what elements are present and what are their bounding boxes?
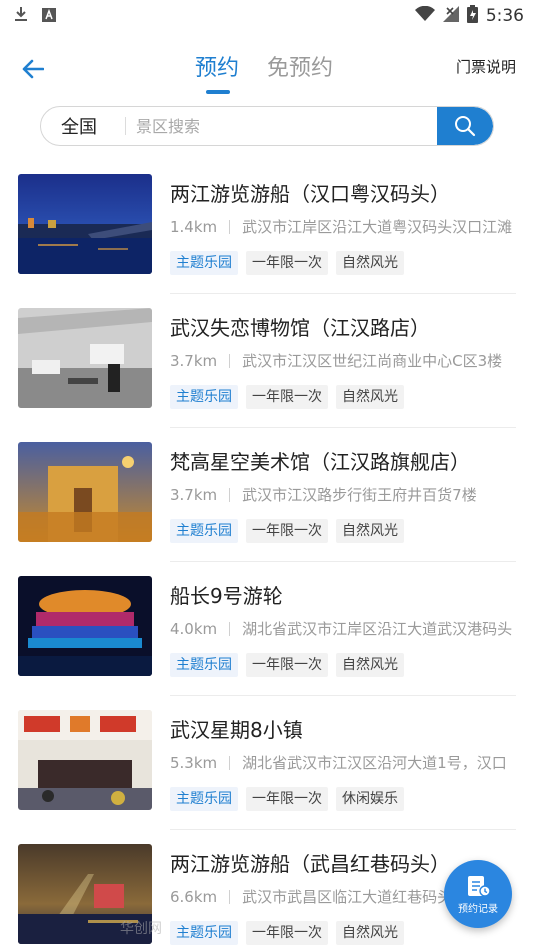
attraction-address: 武汉市江汉区世纪江尚商业中心C区3楼 [242, 352, 503, 370]
search-bar: 全国 [40, 106, 494, 146]
attraction-title: 武汉星期8小镇 [170, 718, 303, 742]
attraction-meta: 3.7km 武汉市江汉路步行街王府井百货7楼 [170, 484, 515, 505]
attraction-list: 两江游览游船（汉口粤汉码头） 1.4km 武汉市江岸区沿江大道粤汉码头汉口江滩 … [0, 170, 534, 950]
attraction-distance: 3.7km [170, 485, 218, 504]
list-divider [170, 427, 516, 428]
tag-badge: 自然风光 [336, 653, 404, 677]
list-divider [170, 293, 516, 294]
attraction-meta: 3.7km 武汉市江汉区世纪江尚商业中心C区3楼 [170, 350, 515, 371]
search-icon [455, 116, 476, 137]
list-divider [170, 695, 516, 696]
tag-badge: 一年限一次 [246, 653, 328, 677]
status-bar: 5:36 [0, 0, 534, 30]
tag-badge: 自然风光 [336, 251, 404, 275]
tag-badge: 一年限一次 [246, 519, 328, 543]
attraction-address: 湖北省武汉市江岸区沿江大道武汉港码头 [242, 620, 513, 638]
attraction-address: 武汉市江汉路步行街王府井百货7楼 [242, 486, 477, 504]
arrow-left-icon [22, 59, 44, 79]
back-button[interactable] [18, 54, 48, 84]
meta-divider [229, 219, 231, 234]
meta-divider [229, 755, 231, 770]
tab-label: 预约 [195, 56, 240, 81]
attraction-thumbnail [18, 308, 152, 408]
tab-reservation[interactable]: 预约 [195, 50, 240, 94]
attraction-thumbnail [18, 442, 152, 542]
attraction-title: 梵高星空美术馆（江汉路旗舰店） [170, 450, 470, 474]
tag-group: 主题乐园 一年限一次 休闲娱乐 [170, 787, 404, 811]
attraction-meta: 4.0km 湖北省武汉市江岸区沿江大道武汉港码头 [170, 618, 515, 639]
tag-badge: 主题乐园 [170, 519, 238, 543]
tag-group: 主题乐园 一年限一次 自然风光 [170, 251, 404, 275]
tag-badge: 主题乐园 [170, 921, 238, 945]
list-divider [170, 561, 516, 562]
tag-badge: 一年限一次 [246, 385, 328, 409]
booking-record-button[interactable]: 预约记录 [444, 860, 512, 928]
tag-group: 主题乐园 一年限一次 自然风光 [170, 519, 404, 543]
list-item[interactable]: 梵高星空美术馆（江汉路旗舰店） 3.7km 武汉市江汉路步行街王府井百货7楼 主… [0, 438, 534, 572]
tag-badge: 主题乐园 [170, 653, 238, 677]
tag-group: 主题乐园 一年限一次 自然风光 [170, 385, 404, 409]
attraction-distance: 4.0km [170, 619, 218, 638]
tag-badge: 一年限一次 [246, 921, 328, 945]
attraction-title: 武汉失恋博物馆（江汉路店） [170, 316, 430, 340]
attraction-address: 湖北省武汉市江汉区沿河大道1号，汉口 [242, 754, 507, 772]
tag-badge: 自然风光 [336, 519, 404, 543]
attraction-title: 船长9号游轮 [170, 584, 283, 608]
watermark: 华创网 [120, 921, 162, 937]
cell-signal-off-icon [442, 6, 459, 26]
ticket-info-link[interactable]: 门票说明 [456, 56, 516, 77]
attraction-meta: 1.4km 武汉市江岸区沿江大道粤汉码头汉口江滩 [170, 216, 515, 237]
tag-badge: 一年限一次 [246, 251, 328, 275]
attraction-distance: 3.7km [170, 351, 218, 370]
tab-label: 免预约 [267, 56, 334, 81]
meta-divider [229, 353, 231, 368]
active-tab-indicator [206, 90, 230, 94]
tab-bar: 预约 免预约 [195, 50, 333, 94]
tag-badge: 主题乐园 [170, 787, 238, 811]
tag-group: 主题乐园 一年限一次 自然风光 [170, 653, 404, 677]
list-divider [170, 829, 516, 830]
meta-divider [229, 621, 231, 636]
download-icon [14, 6, 28, 26]
header: 预约 免预约 门票说明 [0, 40, 534, 96]
attraction-address: 武汉市江岸区沿江大道粤汉码头汉口江滩 [242, 218, 513, 236]
attraction-distance: 1.4km [170, 217, 218, 236]
tag-badge: 自然风光 [336, 921, 404, 945]
attraction-distance: 5.3km [170, 753, 218, 772]
attraction-distance: 6.6km [170, 887, 218, 906]
tag-group: 主题乐园 一年限一次 自然风光 [170, 921, 404, 945]
tab-no-reservation[interactable]: 免预约 [267, 50, 333, 82]
battery-charging-icon [466, 5, 478, 27]
attraction-thumbnail [18, 576, 152, 676]
tag-badge: 休闲娱乐 [336, 787, 404, 811]
list-item[interactable]: 船长9号游轮 4.0km 湖北省武汉市江岸区沿江大道武汉港码头 主题乐园 一年限… [0, 572, 534, 706]
list-item[interactable]: 武汉失恋博物馆（江汉路店） 3.7km 武汉市江汉区世纪江尚商业中心C区3楼 主… [0, 304, 534, 438]
tag-badge: 一年限一次 [246, 787, 328, 811]
attraction-thumbnail [18, 174, 152, 274]
search-button[interactable] [437, 107, 493, 145]
list-item[interactable]: 武汉星期8小镇 5.3km 湖北省武汉市江汉区沿河大道1号，汉口 主题乐园 一年… [0, 706, 534, 840]
search-input[interactable] [126, 107, 437, 145]
status-time: 5:36 [485, 6, 524, 26]
meta-divider [229, 487, 231, 502]
attraction-title: 两江游览游船（汉口粤汉码头） [170, 182, 450, 206]
tag-badge: 主题乐园 [170, 251, 238, 275]
wifi-icon [414, 5, 435, 26]
list-item[interactable]: 两江游览游船（汉口粤汉码头） 1.4km 武汉市江岸区沿江大道粤汉码头汉口江滩 … [0, 170, 534, 304]
attraction-thumbnail [18, 710, 152, 810]
tag-badge: 自然风光 [336, 385, 404, 409]
attraction-meta: 5.3km 湖北省武汉市江汉区沿河大道1号，汉口 [170, 752, 515, 773]
region-selector[interactable]: 全国 [41, 113, 125, 139]
booking-record-icon [468, 875, 491, 897]
meta-divider [229, 889, 231, 904]
a-notification-icon [42, 7, 56, 26]
tag-badge: 主题乐园 [170, 385, 238, 409]
booking-record-label: 预约记录 [458, 903, 498, 915]
